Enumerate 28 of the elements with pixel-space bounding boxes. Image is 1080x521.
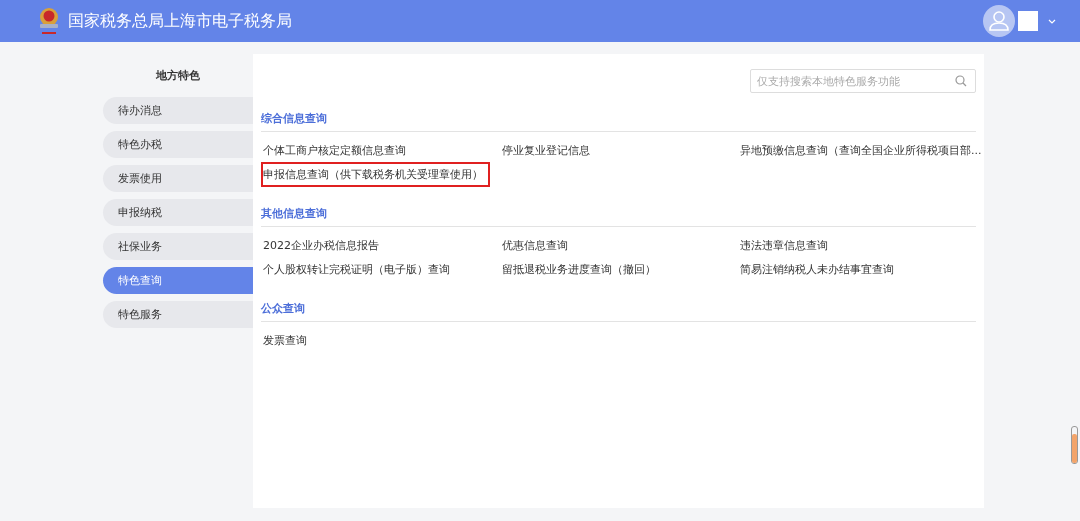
sidebar-item[interactable]: 发票使用 <box>103 165 253 192</box>
section-title: 其他信息查询 <box>261 206 976 227</box>
search-field[interactable]: 仅支持搜索本地特色服务功能 <box>750 69 976 93</box>
sidebar-item[interactable]: 特色办税 <box>103 131 253 158</box>
sidebar-item[interactable]: 特色查询 <box>103 267 253 294</box>
query-link[interactable]: 停业复业登记信息 <box>500 137 592 163</box>
section-title: 综合信息查询 <box>261 111 976 132</box>
sidebar-item[interactable]: 社保业务 <box>103 233 253 260</box>
query-link[interactable]: 优惠信息查询 <box>500 232 570 258</box>
sidebar-item[interactable]: 待办消息 <box>103 97 253 124</box>
sidebar-title: 地方特色 <box>155 68 201 83</box>
query-link[interactable]: 留抵退税业务进度查询（撤回） <box>500 256 658 282</box>
query-link[interactable]: 异地预缴信息查询（查询全国企业所得税项目部... <box>738 137 984 163</box>
sidebar-item[interactable]: 特色服务 <box>103 301 253 328</box>
section-title: 公众查询 <box>261 301 976 322</box>
query-link[interactable]: 个人股权转让完税证明（电子版）查询 <box>261 256 452 282</box>
query-link[interactable]: 简易注销纳税人未办结事宜查询 <box>738 256 896 282</box>
query-link[interactable]: 个体工商户核定定额信息查询 <box>261 137 408 163</box>
query-link[interactable]: 2022企业办税信息报告 <box>261 232 381 258</box>
sidebar-item[interactable]: 申报纳税 <box>103 199 253 226</box>
user-avatar-icon[interactable] <box>983 5 1015 37</box>
site-title: 国家税务总局上海市电子税务局 <box>68 10 292 32</box>
caret-icon[interactable] <box>1048 18 1056 24</box>
scroll-indicator[interactable] <box>1071 426 1078 464</box>
query-link[interactable]: 发票查询 <box>261 327 309 353</box>
query-link[interactable]: 违法违章信息查询 <box>738 232 830 258</box>
query-link[interactable]: 申报信息查询（供下载税务机关受理章使用） <box>261 161 490 187</box>
search-icon[interactable] <box>955 75 967 87</box>
